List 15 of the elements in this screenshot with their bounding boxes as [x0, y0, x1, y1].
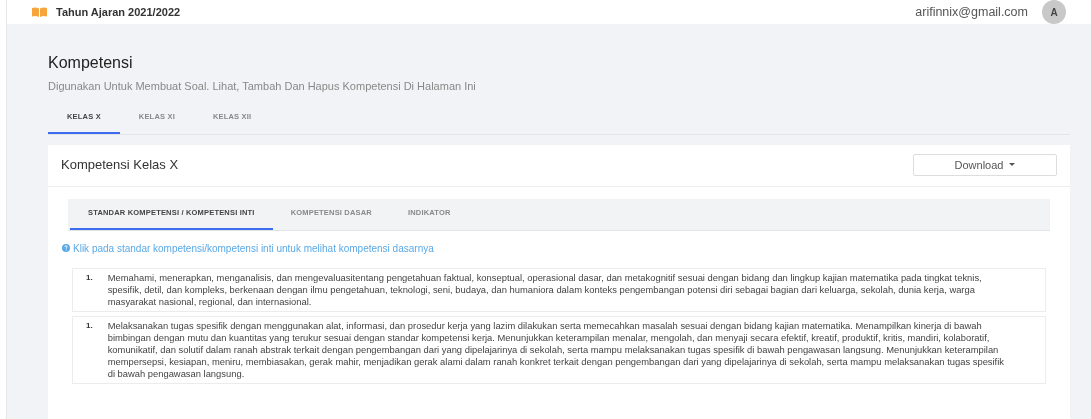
item-number: 1. — [86, 319, 93, 332]
item-text: Memahami, menerapkan, menganalisis, dan mengevaluasitentang pengetahuan faktual, konseptual, operasional dasar, dan metakognitif sesuai dengan bidang dan lingkup kajian matematika pada tingkat teknis, spesifik, detil, dan kompleks, berkenaan dengan ilmu pengetahuan, teknologi, seni, budaya, dan humaniora dalam konteks pengembangan potensi diri sebagai bagian dari keluarga, sekolah, dunia kerja, warga masyarakat nasional, regional, dan internasional. — [107, 271, 983, 308]
item-number: 1. — [86, 271, 93, 284]
hint-text: Klik pada standar kompetensi/kompetensi inti untuk melihat kompetensi dasarnya — [73, 241, 434, 256]
page-subtitle: Digunakan Untuk Membuat Soal. Lihat, Tambah Dan Hapus Kompetensi Di Halaman Ini — [48, 79, 477, 94]
item-text: Melaksanakan tugas spesifik dengan menggunakan alat, informasi, dan prosedur kerja yang lazim dilakukan serta memecahkan masalah sesuai dengan bidang kajian matematika. Menampilkan kinerja di bawah bimbingan dengan mutu dan kuantitas yang terukur sesuai dengan standar kompetensi kerja. Menunjukkan keterampilan menalar, mengolah, dan menyaji secara efektif, kreatif, produktif, kritis, mandiri, kolaboratif, komunikatif, dan solutif dalam ranah abstrak terkait dengan pengembangan dari yang dipelajarinya di sekolah, serta mampu melaksanakan tugas spesifik di bawah pengawasan langsung. Menunjukkan keterampilan mempersepsi, kesiapan, meniru, membiasakan, gerak mahir, menjadikan gerak alami dalam ranah konkret terkait dengan pengembangan dari yang dipelajarinya di sekolah, serta mampu melaksanakan tugas spesifik di bawah pengawasan langsung. — [107, 319, 1005, 380]
book-icon — [32, 7, 47, 17]
caret-icon — [1009, 163, 1016, 167]
user-avatar[interactable]: A — [1042, 0, 1066, 24]
download-button[interactable]: Download — [913, 154, 1057, 176]
academic-year-title: Tahun Ajaran 2021/2022 — [56, 4, 181, 20]
page-title: Kompetensi — [48, 53, 134, 73]
card-title: Kompetensi Kelas X — [61, 156, 179, 175]
user-email: arifinnix@gmail.com — [915, 3, 1028, 21]
help-icon — [62, 244, 70, 252]
